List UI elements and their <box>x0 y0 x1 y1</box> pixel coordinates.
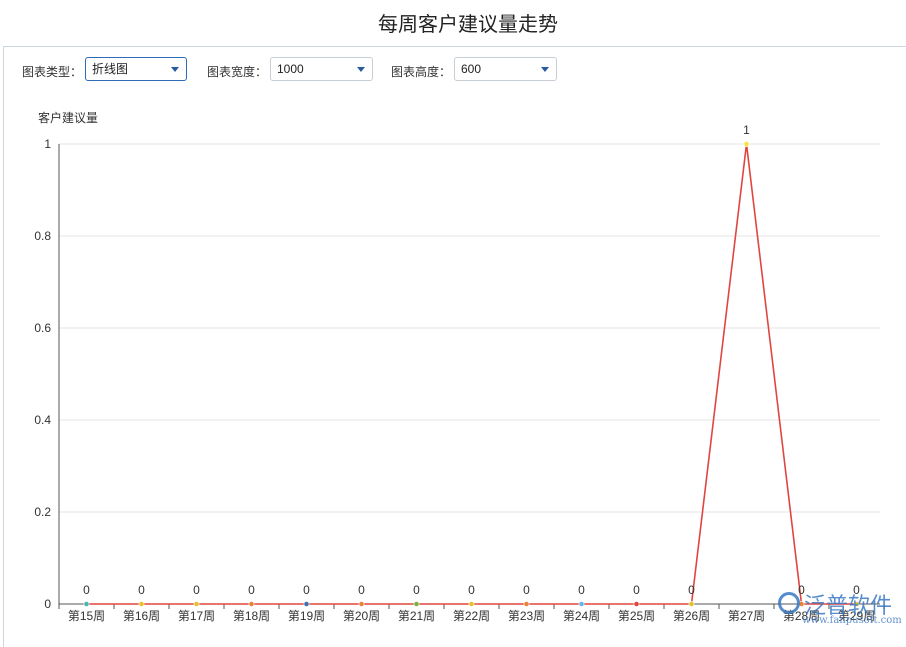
x-tick-label: 第20周 <box>343 609 380 623</box>
data-label: 0 <box>688 583 695 597</box>
x-tick-label: 第27周 <box>728 609 765 623</box>
data-label: 0 <box>83 583 90 597</box>
data-point <box>689 601 694 606</box>
data-point <box>84 601 89 606</box>
y-tick-label: 0.6 <box>34 321 51 335</box>
data-point <box>249 601 254 606</box>
data-point <box>579 601 584 606</box>
x-tick-label: 第25周 <box>618 609 655 623</box>
x-tick-label: 第19周 <box>288 609 325 623</box>
x-tick-label: 第15周 <box>68 609 105 623</box>
x-tick-label: 第26周 <box>673 609 710 623</box>
data-point <box>304 601 309 606</box>
line-chart: 客户建议量 0 0.2 0.4 0.6 0.8 1 第15周 第16周 第17周 第18周 第19周… <box>0 0 906 637</box>
x-tick-label: 第21周 <box>398 609 435 623</box>
x-tick-label: 第24周 <box>563 609 600 623</box>
data-point <box>634 601 639 606</box>
y-tick-label: 0 <box>44 597 51 611</box>
data-label: 0 <box>193 583 200 597</box>
data-label: 0 <box>303 583 310 597</box>
x-tick-label: 第16周 <box>123 609 160 623</box>
x-tick-label: 第23周 <box>508 609 545 623</box>
y-axis-label: 客户建议量 <box>38 110 98 125</box>
x-tick-label: 第22周 <box>453 609 490 623</box>
data-label: 0 <box>138 583 145 597</box>
y-tick-label: 0.2 <box>34 505 51 519</box>
data-label: 1 <box>743 123 750 137</box>
y-tick-label: 1 <box>44 137 51 151</box>
data-label: 0 <box>358 583 365 597</box>
y-tick-label: 0.8 <box>34 229 51 243</box>
data-point <box>359 601 364 606</box>
data-label: 0 <box>468 583 475 597</box>
logo-icon <box>778 592 800 614</box>
y-tick-label: 0.4 <box>34 413 51 427</box>
x-tick-label: 第17周 <box>178 609 215 623</box>
data-point <box>744 141 749 146</box>
data-point <box>194 601 199 606</box>
data-point <box>524 601 529 606</box>
series-line <box>87 144 857 604</box>
data-point <box>469 601 474 606</box>
watermark-url: www.fanpusoft.com <box>802 615 902 626</box>
data-label: 0 <box>248 583 255 597</box>
watermark: 泛普软件 www.fanpusoft.com <box>778 588 906 628</box>
data-label: 0 <box>523 583 530 597</box>
data-point <box>139 601 144 606</box>
data-point <box>414 601 419 606</box>
data-label: 0 <box>633 583 640 597</box>
data-label: 0 <box>413 583 420 597</box>
x-tick-label: 第18周 <box>233 609 270 623</box>
data-label: 0 <box>578 583 585 597</box>
